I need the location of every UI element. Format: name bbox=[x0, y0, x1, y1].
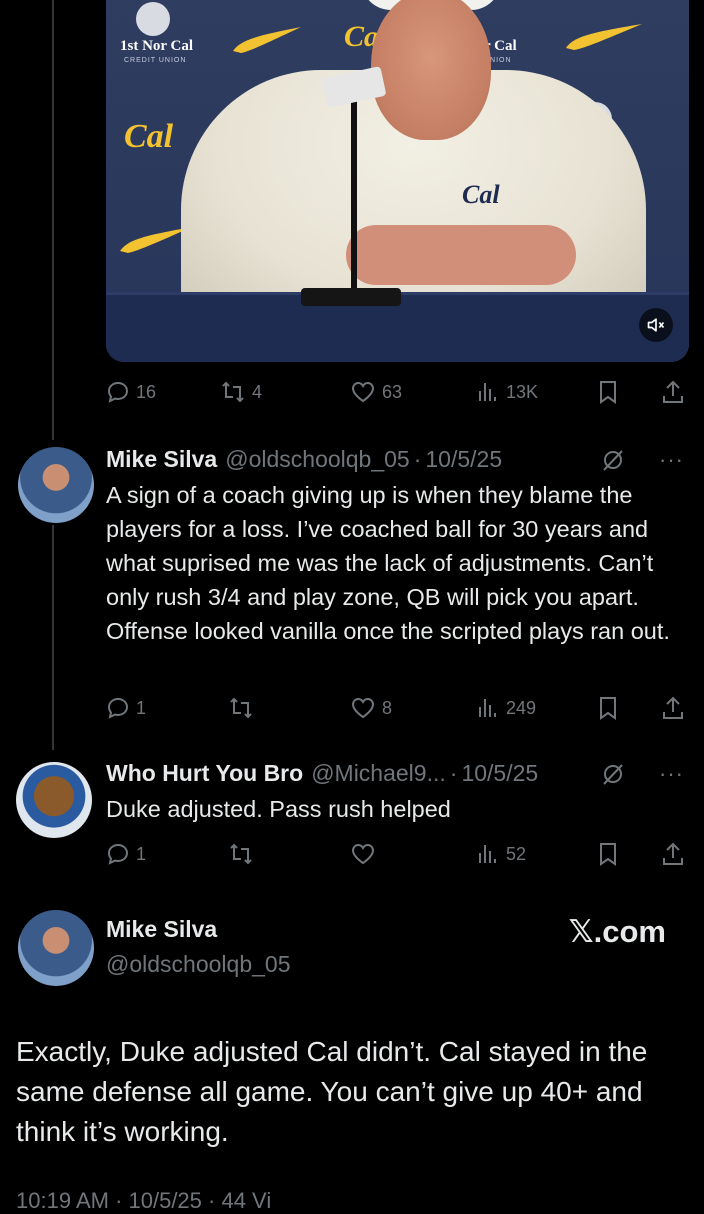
microphone-base bbox=[301, 288, 401, 306]
more-options-icon[interactable]: ··· bbox=[659, 447, 684, 473]
repost-icon bbox=[230, 697, 252, 719]
sponsor-logo-subtext: CREDIT UNION bbox=[124, 57, 187, 64]
grok-icon[interactable] bbox=[600, 447, 626, 473]
reply-button[interactable]: 1 bbox=[106, 842, 146, 866]
sponsor-logo-text: 1st Nor Cal bbox=[120, 38, 194, 54]
reply-icon bbox=[107, 697, 129, 719]
heart-icon bbox=[351, 697, 375, 719]
share-button[interactable] bbox=[661, 695, 685, 721]
separator-dot: · bbox=[449, 760, 458, 786]
bookmark-button[interactable] bbox=[597, 379, 619, 405]
heart-icon bbox=[351, 843, 375, 865]
views-button[interactable]: 52 bbox=[476, 842, 526, 866]
views-chart-icon bbox=[479, 699, 496, 717]
views-count: 249 bbox=[506, 697, 537, 718]
speaker-muted-icon bbox=[647, 318, 665, 332]
x-logo: 𝕏.com bbox=[568, 914, 666, 949]
tweet-actions: 16 4 63 13K bbox=[106, 378, 686, 406]
jacket-cal-logo: Cal bbox=[462, 180, 500, 209]
nike-swoosh-icon bbox=[233, 27, 301, 53]
grok-icon[interactable] bbox=[600, 761, 626, 787]
like-count: 8 bbox=[382, 697, 393, 718]
avatar[interactable] bbox=[18, 910, 94, 986]
coach-arms bbox=[346, 225, 576, 285]
share-icon bbox=[663, 380, 683, 403]
share-icon bbox=[663, 696, 683, 719]
tweet-date[interactable]: 10/5/25 bbox=[425, 446, 502, 473]
bookmark-button[interactable] bbox=[597, 841, 619, 867]
separator-dot: · bbox=[413, 446, 422, 472]
tweet-actions: 1 8 249 bbox=[106, 694, 686, 722]
bookmark-icon bbox=[600, 381, 616, 404]
like-button[interactable]: 8 bbox=[350, 696, 392, 720]
share-icon bbox=[663, 842, 683, 865]
reply-count: 1 bbox=[136, 843, 147, 864]
views-button[interactable]: 13K bbox=[476, 380, 538, 404]
tweet-text: Exactly, Duke adjusted Cal didn’t. Cal s… bbox=[16, 1036, 648, 1147]
tweet-date[interactable]: 10/5/25 bbox=[461, 760, 538, 787]
tweet-header: Mike Silva @oldschoolqb_05 · 10/5/25 ··· bbox=[106, 446, 686, 473]
repost-count: 4 bbox=[252, 381, 263, 402]
display-name[interactable]: Mike Silva bbox=[106, 446, 217, 473]
avatar[interactable] bbox=[16, 762, 92, 838]
tweet-text: Duke adjusted. Pass rush helped bbox=[106, 796, 451, 822]
coach-face bbox=[371, 0, 491, 140]
reply-count: 1 bbox=[136, 697, 147, 718]
share-button[interactable] bbox=[661, 379, 685, 405]
bookmark-icon bbox=[600, 843, 616, 866]
reply-button[interactable]: 16 bbox=[106, 380, 156, 404]
repost-button[interactable] bbox=[228, 696, 254, 720]
tree-logo-icon bbox=[136, 2, 170, 36]
cal-logo: Cal bbox=[124, 118, 174, 155]
display-name[interactable]: Mike Silva bbox=[106, 916, 217, 943]
views-count: 52 bbox=[506, 843, 527, 864]
tweet-timestamp: 10:19 AM · 10/5/25 · 44 Vi bbox=[16, 1188, 272, 1213]
repost-icon bbox=[230, 843, 252, 865]
nike-swoosh-icon bbox=[566, 24, 642, 50]
share-button[interactable] bbox=[661, 841, 685, 867]
reply-icon bbox=[107, 843, 129, 865]
views-chart-icon bbox=[479, 845, 496, 863]
tweet-text: A sign of a coach giving up is when they… bbox=[106, 482, 670, 644]
bookmark-button[interactable] bbox=[597, 695, 619, 721]
reply-button[interactable]: 1 bbox=[106, 696, 146, 720]
mute-button[interactable] bbox=[639, 308, 673, 342]
user-handle[interactable]: @oldschoolqb_05 bbox=[106, 951, 290, 978]
repost-button[interactable] bbox=[228, 842, 254, 866]
like-count: 63 bbox=[382, 381, 403, 402]
repost-button[interactable]: 4 bbox=[220, 380, 262, 404]
views-count: 13K bbox=[506, 381, 539, 402]
bookmark-icon bbox=[600, 697, 616, 720]
thread-line bbox=[52, 0, 54, 440]
user-handle[interactable]: @Michael9... bbox=[311, 760, 446, 787]
repost-icon bbox=[222, 381, 244, 403]
avatar[interactable] bbox=[18, 447, 94, 523]
reply-count: 16 bbox=[136, 381, 157, 402]
tweet-header: Who Hurt You Bro @Michael9... · 10/5/25 … bbox=[106, 760, 686, 787]
more-options-icon[interactable]: ··· bbox=[659, 761, 684, 787]
thread-line bbox=[52, 525, 54, 750]
views-button[interactable]: 249 bbox=[476, 696, 536, 720]
reply-icon bbox=[107, 381, 129, 403]
display-name[interactable]: Who Hurt You Bro bbox=[106, 760, 303, 787]
tweet-video[interactable]: 1st Nor Cal CREDIT UNION Cal r Cal UNION… bbox=[106, 0, 689, 362]
microphone-stand bbox=[351, 100, 357, 300]
user-handle[interactable]: @oldschoolqb_05 bbox=[225, 446, 409, 473]
like-button[interactable] bbox=[350, 842, 376, 866]
heart-icon bbox=[351, 381, 375, 403]
tweet-actions: 1 52 bbox=[106, 840, 686, 868]
views-chart-icon bbox=[479, 383, 496, 401]
like-button[interactable]: 63 bbox=[350, 380, 402, 404]
